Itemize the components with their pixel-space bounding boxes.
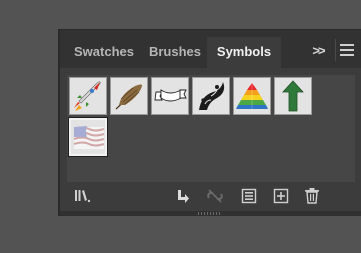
symbol-flag[interactable]	[68, 117, 108, 157]
symbol-feather[interactable]	[110, 77, 148, 115]
symbol-libraries-icon[interactable]	[73, 187, 91, 205]
banner-icon	[154, 89, 187, 102]
symbol-up-arrow[interactable]	[274, 77, 312, 115]
tab-swatches[interactable]: Swatches	[64, 37, 144, 68]
flag-icon	[73, 126, 105, 149]
symbol-floral-ornament[interactable]	[192, 77, 230, 115]
tabbar-divider	[335, 39, 336, 61]
floral-icon	[199, 82, 225, 110]
tab-brushes[interactable]: Brushes	[143, 37, 207, 68]
resize-grip[interactable]	[198, 212, 222, 215]
symbol-rocket[interactable]	[69, 77, 107, 115]
delete-symbol-icon[interactable]	[303, 187, 321, 205]
new-symbol-icon[interactable]	[272, 187, 290, 205]
symbol-options-icon[interactable]	[240, 187, 258, 205]
rocket-icon	[74, 81, 101, 111]
tab-symbols[interactable]: Symbols	[207, 37, 281, 68]
symbols-panel: Swatches Brushes Symbols >>	[59, 29, 361, 216]
symbol-grid	[67, 75, 355, 182]
panel-tab-bar: Swatches Brushes Symbols >>	[60, 30, 361, 68]
panel-menu-icon[interactable]	[340, 44, 354, 56]
break-link-icon	[206, 187, 224, 205]
symbol-banner[interactable]	[151, 77, 189, 115]
arrow-up-icon	[282, 80, 304, 112]
feather-icon	[115, 84, 143, 110]
place-symbol-instance-icon[interactable]	[174, 187, 192, 205]
panel-toolbar	[60, 182, 361, 210]
symbol-pyramid[interactable]	[233, 77, 271, 115]
collapse-panel-icon[interactable]: >>	[308, 40, 328, 62]
pyramid-icon	[236, 83, 268, 109]
